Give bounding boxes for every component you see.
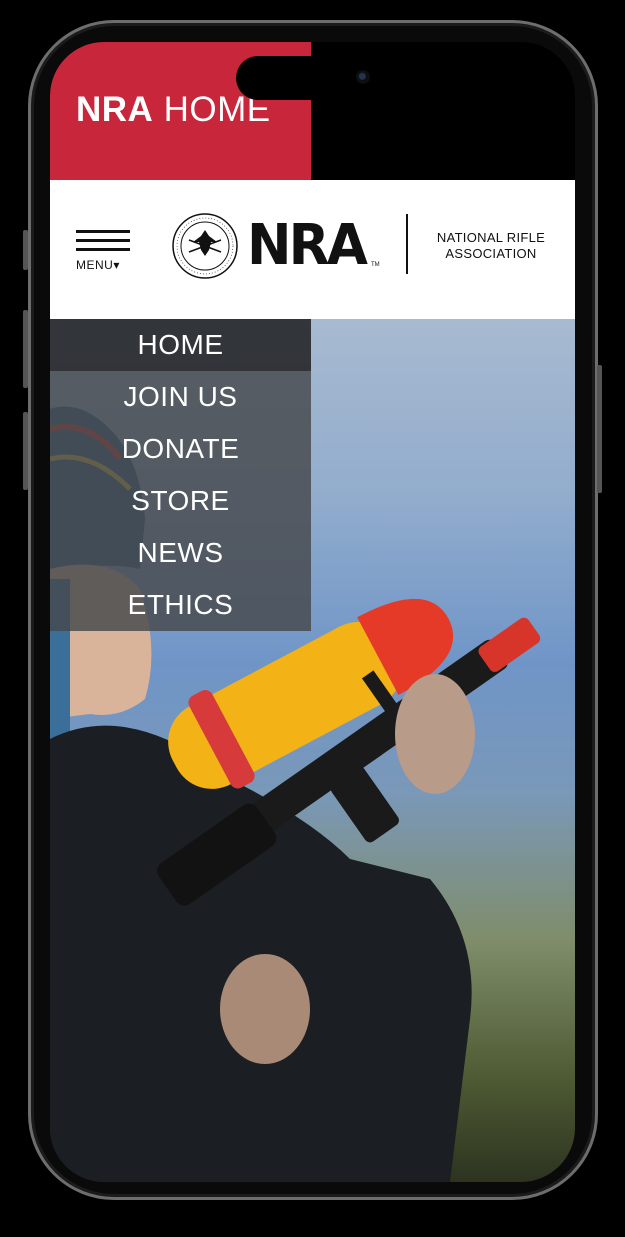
nav-item-ethics[interactable]: ETHICS — [50, 579, 311, 631]
hamburger-icon — [76, 230, 130, 233]
nra-wordmark[interactable]: NRA — [247, 214, 368, 278]
dynamic-island — [236, 56, 404, 100]
power-button — [597, 365, 602, 493]
menu-label-text: MENU — [76, 258, 114, 272]
menu-label[interactable]: MENU▾ — [76, 258, 120, 272]
phone-screen: NRA HOME MENU▾ NRA TM NATIONAL RIFLE ASS… — [50, 42, 575, 1182]
hamburger-icon-bar — [76, 239, 130, 242]
trademark-symbol: TM — [371, 262, 380, 268]
camera-icon — [356, 70, 370, 84]
nra-seal-logo[interactable] — [171, 212, 239, 280]
silent-switch — [23, 230, 28, 270]
volume-up-button — [23, 310, 28, 388]
nav-item-store[interactable]: STORE — [50, 475, 311, 527]
nav-item-home[interactable]: HOME — [50, 319, 311, 371]
nav-item-news[interactable]: NEWS — [50, 527, 311, 579]
caret-down-icon: ▾ — [113, 258, 120, 272]
site-header: MENU▾ NRA TM NATIONAL RIFLE ASSOCIATION — [50, 180, 575, 319]
app-title: NRA HOME — [76, 90, 271, 130]
nav-menu: HOME JOIN US DONATE STORE NEWS ETHICS — [50, 319, 311, 632]
nav-item-join-us[interactable]: JOIN US — [50, 371, 311, 423]
app-title-brand: NRA — [76, 90, 154, 129]
header-divider — [406, 214, 408, 274]
volume-down-button — [23, 412, 28, 490]
hamburger-icon-bar — [76, 248, 130, 251]
org-name: NATIONAL RIFLE ASSOCIATION — [436, 230, 546, 261]
nav-item-donate[interactable]: DONATE — [50, 423, 311, 475]
